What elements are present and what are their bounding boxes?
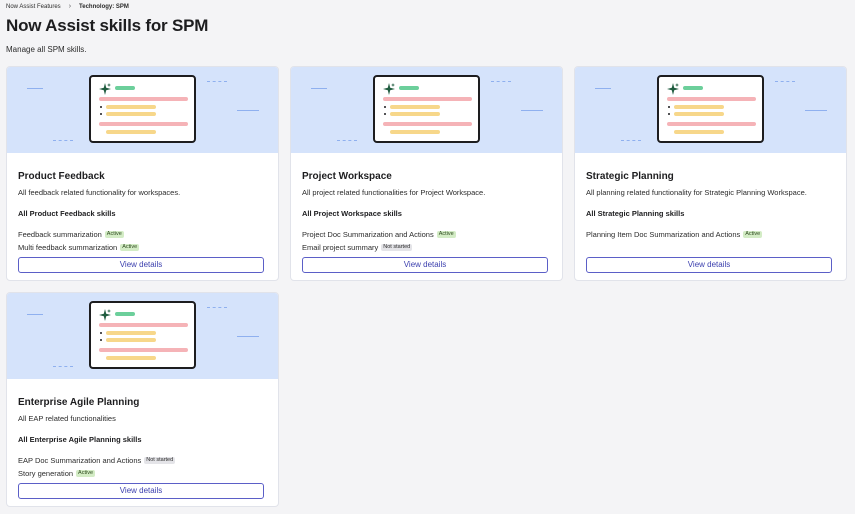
- card-description: All EAP related functionalities: [18, 414, 116, 423]
- document-preview-icon: [657, 75, 764, 143]
- card-title: Strategic Planning: [586, 171, 674, 182]
- skill-item: Email project summary Not started: [302, 243, 413, 252]
- page-subtitle: Manage all SPM skills.: [6, 45, 87, 54]
- card-illustration: [291, 67, 562, 153]
- card-illustration: [575, 67, 846, 153]
- status-badge: Active: [436, 230, 456, 239]
- skills-heading: All Strategic Planning skills: [586, 209, 685, 218]
- skill-card-product-feedback: Product Feedback All feedback related fu…: [6, 66, 279, 281]
- skill-name: Planning Item Doc Summarization and Acti…: [586, 230, 741, 239]
- card-title: Product Feedback: [18, 171, 105, 182]
- status-badge: Active: [120, 243, 140, 252]
- sparkle-icon: [667, 83, 679, 95]
- skill-item: Planning Item Doc Summarization and Acti…: [586, 230, 763, 239]
- skill-card-strategic-planning: Strategic Planning All planning related …: [574, 66, 847, 281]
- skills-heading: All Project Workspace skills: [302, 209, 402, 218]
- skill-card-project-workspace: Project Workspace All project related fu…: [290, 66, 563, 281]
- skill-name: Feedback summarization: [18, 230, 102, 239]
- skill-name: Project Doc Summarization and Actions: [302, 230, 434, 239]
- skill-name: Multi feedback summarization: [18, 243, 118, 252]
- breadcrumb: Now Assist Features › Technology: SPM: [6, 3, 129, 10]
- status-badge: Active: [104, 230, 124, 239]
- chevron-right-icon: ›: [68, 3, 72, 10]
- view-details-button[interactable]: View details: [18, 483, 264, 499]
- status-badge: Active: [743, 230, 763, 239]
- skill-item: Multi feedback summarization Active: [18, 243, 140, 252]
- view-details-button[interactable]: View details: [302, 257, 548, 273]
- card-illustration: [7, 67, 278, 153]
- status-badge: Active: [76, 469, 96, 478]
- view-details-button[interactable]: View details: [586, 257, 832, 273]
- card-illustration: [7, 293, 278, 379]
- document-preview-icon: [89, 75, 196, 143]
- view-details-button[interactable]: View details: [18, 257, 264, 273]
- skill-name: Email project summary: [302, 243, 379, 252]
- skill-name: Story generation: [18, 469, 74, 478]
- page-title: Now Assist skills for SPM: [6, 16, 209, 35]
- status-badge: Not started: [144, 456, 176, 465]
- card-description: All feedback related functionality for w…: [18, 188, 181, 197]
- skill-item: Project Doc Summarization and Actions Ac…: [302, 230, 456, 239]
- document-preview-icon: [89, 301, 196, 369]
- skills-heading: All Product Feedback skills: [18, 209, 116, 218]
- card-description: All project related functionalities for …: [302, 188, 486, 197]
- status-badge: Not started: [381, 243, 413, 252]
- skill-name: EAP Doc Summarization and Actions: [18, 456, 142, 465]
- card-title: Enterprise Agile Planning: [18, 397, 140, 408]
- sparkle-icon: [383, 83, 395, 95]
- skill-item: Story generation Active: [18, 469, 96, 478]
- document-preview-icon: [373, 75, 480, 143]
- sparkle-icon: [99, 309, 111, 321]
- card-title: Project Workspace: [302, 171, 392, 182]
- skill-item: Feedback summarization Active: [18, 230, 124, 239]
- card-description: All planning related functionality for S…: [586, 188, 807, 197]
- skill-card-enterprise-agile-planning: Enterprise Agile Planning All EAP relate…: [6, 292, 279, 507]
- sparkle-icon: [99, 83, 111, 95]
- skills-heading: All Enterprise Agile Planning skills: [18, 435, 142, 444]
- breadcrumb-link-features[interactable]: Now Assist Features: [6, 4, 61, 10]
- skill-item: EAP Doc Summarization and Actions Not st…: [18, 456, 176, 465]
- breadcrumb-current: Technology: SPM: [79, 3, 129, 10]
